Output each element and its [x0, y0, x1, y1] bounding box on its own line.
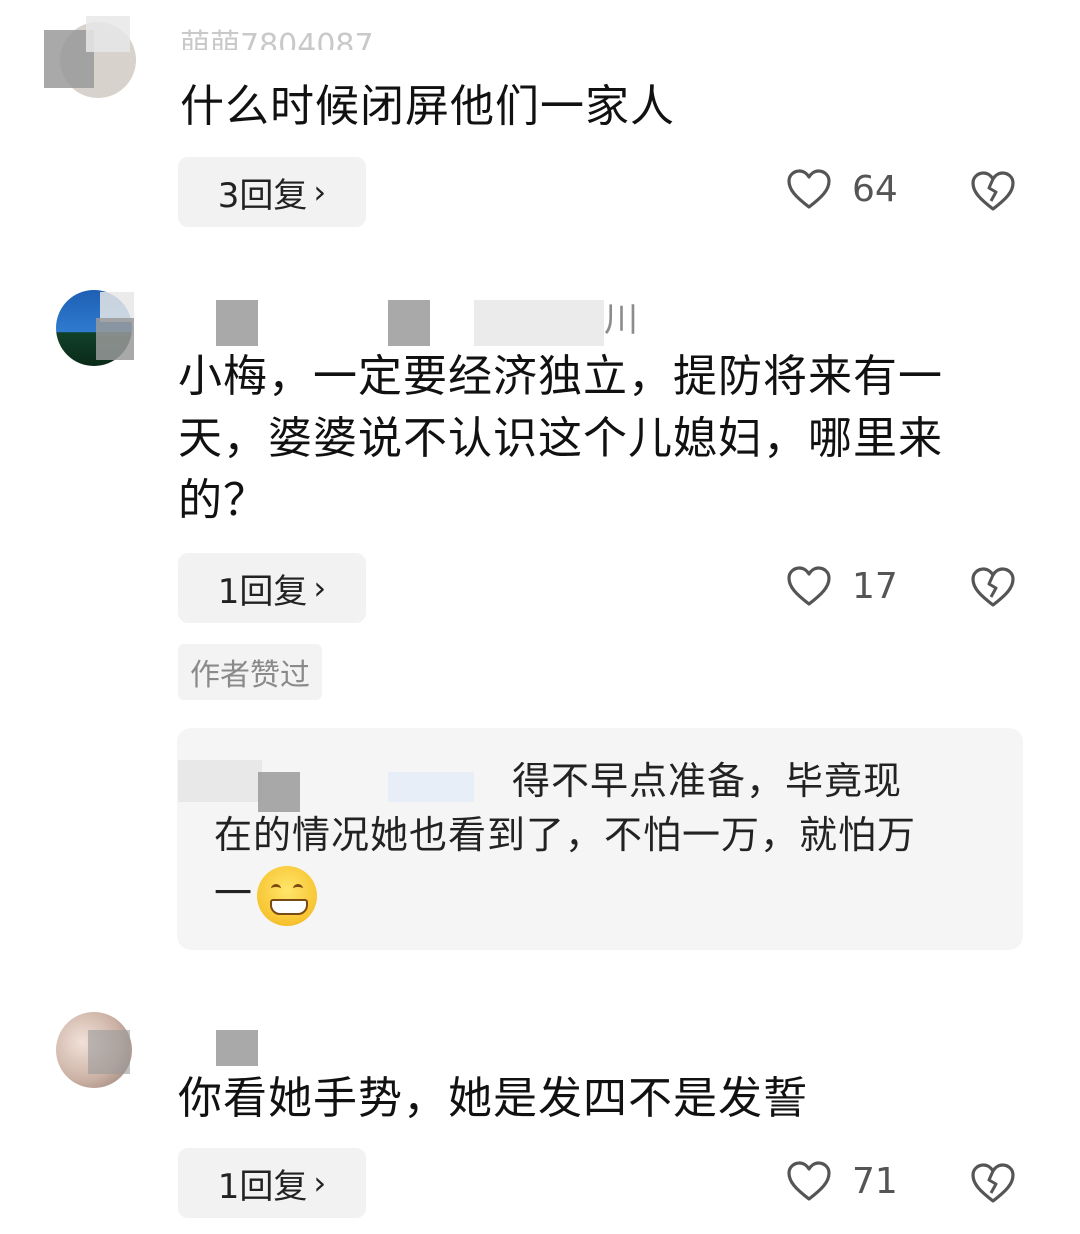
heart-outline-icon [786, 168, 832, 210]
chevron-right-icon: › [313, 1164, 327, 1202]
like-count: 17 [852, 565, 898, 607]
comment-text: 你看她手势，她是发四不是发誓 [178, 1073, 808, 1124]
heart-outline-icon [786, 1160, 832, 1202]
view-replies-button[interactable]: 1回复 › [178, 553, 366, 623]
reply-count-label: 1回复 [217, 571, 308, 612]
username[interactable]: 萌萌7804087 [180, 26, 374, 50]
sub-reply-text: 在的情况她也看到了，不怕一万，就怕万 [214, 813, 917, 857]
comment-line: 的？ [178, 475, 268, 526]
chevron-right-icon: › [313, 569, 327, 607]
reply-count-label: 1回复 [217, 1166, 308, 1207]
like-button[interactable]: 71 [786, 1160, 898, 1202]
comment-line: 小梅，一定要经济独立，提防将来有一 [178, 351, 943, 402]
username-blur-mask [216, 300, 258, 346]
username-blur-mask [388, 300, 430, 346]
grinning-emoji-icon [257, 866, 318, 926]
like-button[interactable]: 64 [786, 168, 898, 210]
like-count: 64 [852, 168, 898, 210]
username[interactable]: 川 [604, 292, 638, 341]
reply-count-label: 3回复 [217, 175, 308, 216]
broken-heart-icon[interactable] [970, 170, 1016, 212]
like-count: 71 [852, 1160, 898, 1202]
comment-text: 什么时候闭屏他们一家人 [180, 81, 675, 132]
username-blur-mask [216, 1030, 258, 1066]
view-replies-button[interactable]: 1回复 › [178, 1148, 366, 1218]
broken-heart-icon[interactable] [970, 1162, 1016, 1204]
sub-reply-text: 得不早点准备，毕竟现 [512, 759, 903, 803]
username-blur-mask [178, 760, 262, 802]
heart-outline-icon [786, 565, 832, 607]
username-blur-mask [474, 300, 604, 346]
username-blur-mask [388, 772, 474, 802]
like-button[interactable]: 17 [786, 565, 898, 607]
avatar-blur-mask [86, 16, 130, 52]
comment-line: 天，婆婆说不认识这个儿媳妇，哪里来 [178, 413, 943, 464]
username-blur-mask [258, 772, 300, 812]
view-replies-button[interactable]: 3回复 › [178, 157, 366, 227]
avatar-blur-mask [96, 318, 134, 360]
chevron-right-icon: › [313, 173, 327, 211]
sub-reply-text: 一 [214, 866, 318, 926]
author-liked-badge: 作者赞过 [178, 644, 322, 700]
broken-heart-icon[interactable] [970, 566, 1016, 608]
avatar-blur-mask [88, 1030, 130, 1074]
comment-text: 小梅，一定要经济独立，提防将来有一 天，婆婆说不认识这个儿媳妇，哪里来 的？ [178, 346, 943, 532]
sub-reply-line: 一 [214, 871, 254, 916]
